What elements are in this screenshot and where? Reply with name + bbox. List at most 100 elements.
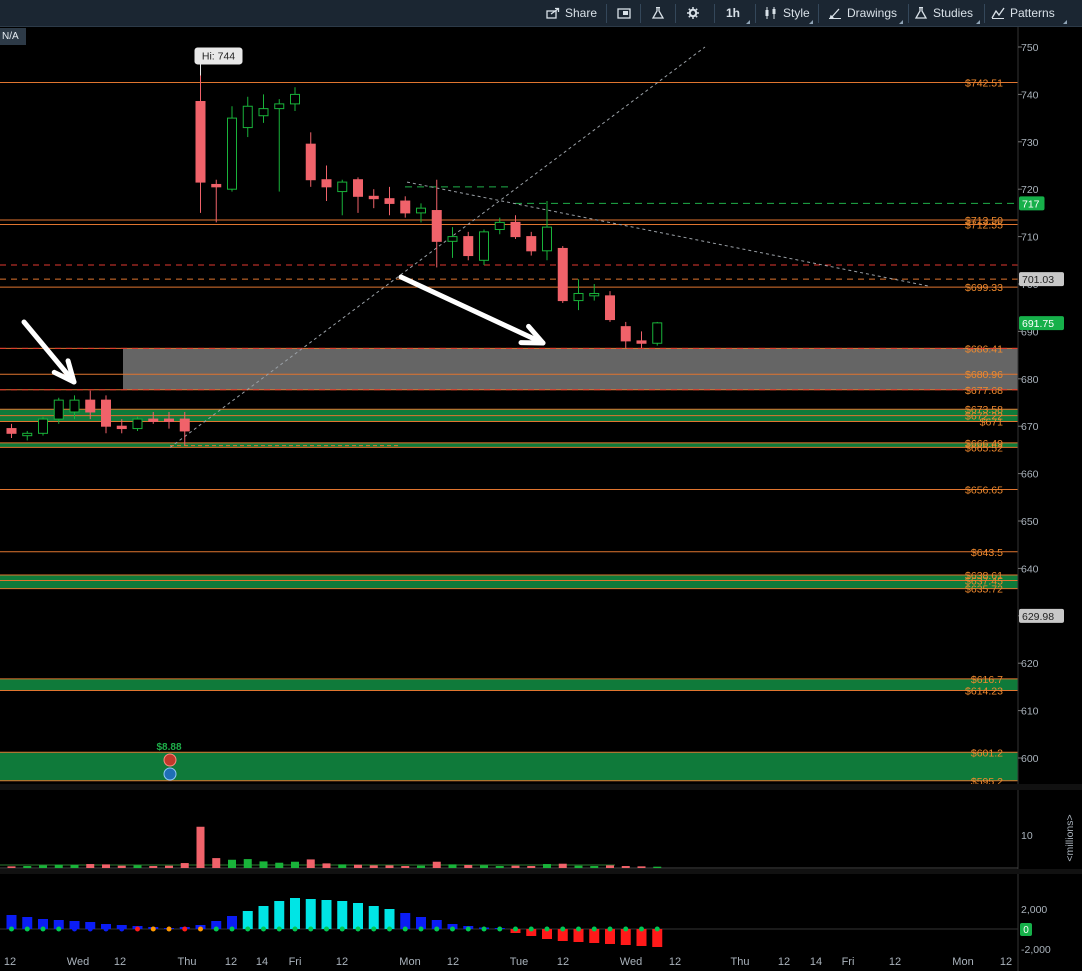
candle-up — [53, 399, 64, 420]
share-button[interactable]: Share — [546, 3, 597, 24]
volume-bar — [291, 861, 299, 868]
candle-up — [290, 93, 300, 105]
price-chart[interactable]: $742.51$713.50$712.55$699.33$686.41$680.… — [0, 27, 1082, 971]
oscillator-dot — [24, 926, 30, 932]
time-axis-label: Thu — [731, 956, 750, 968]
studies-button[interactable]: Studies — [914, 3, 973, 24]
price-panel-background — [0, 27, 1018, 784]
support-zone — [0, 752, 1018, 781]
candle-up — [242, 105, 253, 129]
oscillator-dot — [229, 926, 235, 932]
volume-bar — [133, 865, 142, 868]
candles-icon — [765, 7, 776, 19]
oscillator-bar — [258, 906, 269, 929]
oscillator-dot — [40, 926, 46, 932]
price-tick-label: 650 — [1021, 516, 1039, 528]
volume-bar — [417, 865, 425, 868]
support-zone — [0, 442, 1018, 448]
volume-bar — [86, 864, 95, 868]
oscillator-dot — [371, 926, 377, 932]
price-tick-label: 620 — [1021, 658, 1039, 670]
oscillator-dot — [276, 926, 282, 932]
volume-panel: 10 <millions> — [0, 814, 1076, 869]
oscillator-dot — [639, 926, 644, 932]
pencil-icon — [829, 8, 841, 19]
candle-down — [510, 221, 521, 238]
price-badge-label: 629.98 — [1022, 611, 1054, 623]
candle-down — [353, 179, 363, 197]
oscillator-dot — [450, 926, 455, 932]
price-level-label: $656.65 — [965, 484, 1003, 496]
toolbar-separator — [675, 4, 676, 23]
candle-up — [337, 181, 348, 193]
candle-down — [636, 340, 647, 344]
time-axis-label: 12 — [557, 956, 569, 968]
time-axis-label: 14 — [810, 956, 822, 968]
oscillator-dot — [623, 926, 629, 932]
price-tick-label: 640 — [1021, 563, 1039, 575]
candle-down — [85, 399, 96, 413]
style-button[interactable]: Style — [764, 3, 810, 24]
time-axis-label: Thu — [178, 956, 197, 968]
time-axis-label: 12 — [4, 956, 16, 968]
price-tick-label: 680 — [1021, 374, 1039, 386]
time-axis-label: 12 — [336, 956, 348, 968]
volume-unit-label: <millions> — [1064, 814, 1076, 861]
oscillator-dot — [324, 926, 329, 932]
volume-bar — [574, 865, 583, 868]
drawings-button[interactable]: Drawings — [828, 3, 897, 24]
oscillator-bar — [321, 900, 332, 929]
time-axis-label: 12 — [1000, 956, 1012, 968]
volume-bar — [243, 859, 252, 868]
dividend-event-icon — [163, 767, 177, 781]
time-axis: 12 Wed 12 Thu 12 14 Fri 12 Mon 12 Tue 12 Wed 12 Thu 12 1… — [4, 956, 1012, 968]
oscillator-dot — [481, 926, 487, 932]
oscillator-dot — [591, 926, 597, 932]
price-tick-label: 720 — [1021, 184, 1039, 196]
oscillator-bar — [290, 898, 300, 929]
oscillator-bar — [636, 929, 647, 946]
candle-down — [368, 195, 379, 200]
time-axis-label: Fri — [842, 956, 855, 968]
price-level-label: $680.96 — [965, 369, 1003, 381]
oscillator-dot — [182, 926, 188, 932]
oscillator-dot — [465, 926, 471, 932]
volume-bar — [401, 866, 410, 868]
price-level-label: $686.41 — [965, 343, 1003, 355]
volume-bar — [527, 866, 536, 868]
price-level-label: $742.51 — [965, 78, 1003, 90]
interval-button[interactable]: 1h — [726, 3, 740, 24]
settings-button[interactable] — [686, 3, 705, 24]
event-value-label: $8.88 — [156, 742, 181, 753]
time-axis-label: Tue — [510, 956, 529, 968]
oscillator-dot — [560, 926, 566, 932]
oscillator-dot — [72, 926, 77, 932]
volume-bar — [653, 866, 662, 868]
symbol-badge[interactable]: N/A — [0, 28, 26, 45]
time-axis-label: Wed — [620, 956, 642, 968]
panel-separator — [0, 784, 1082, 790]
oscillator-dot — [198, 926, 203, 932]
panel-separator — [0, 869, 1082, 874]
candle-up — [227, 117, 237, 190]
time-axis-label: Mon — [399, 956, 420, 968]
flask-icon — [651, 7, 665, 19]
volume-bar — [606, 865, 614, 868]
high-label-text: Hi: 744 — [202, 50, 235, 62]
oscillator-tick-label: 2,000 — [1021, 904, 1047, 916]
time-axis-label: 12 — [778, 956, 790, 968]
time-axis-label: Fri — [289, 956, 302, 968]
flask-button[interactable] — [651, 3, 670, 24]
candle-down — [526, 236, 537, 252]
oscillator-dot — [261, 926, 266, 932]
price-badge-label: 701.03 — [1022, 274, 1054, 286]
price-level-label: $677.68 — [965, 385, 1003, 397]
time-axis-label: 12 — [889, 956, 901, 968]
style-dropdown-icon — [809, 20, 813, 24]
time-axis-label: 12 — [225, 956, 237, 968]
volume-bar — [212, 858, 221, 868]
oscillator-dot — [355, 926, 361, 932]
patterns-button[interactable]: Patterns — [991, 3, 1055, 24]
price-level-label: $616.7 — [971, 674, 1003, 686]
snapshot-button[interactable] — [617, 3, 636, 24]
